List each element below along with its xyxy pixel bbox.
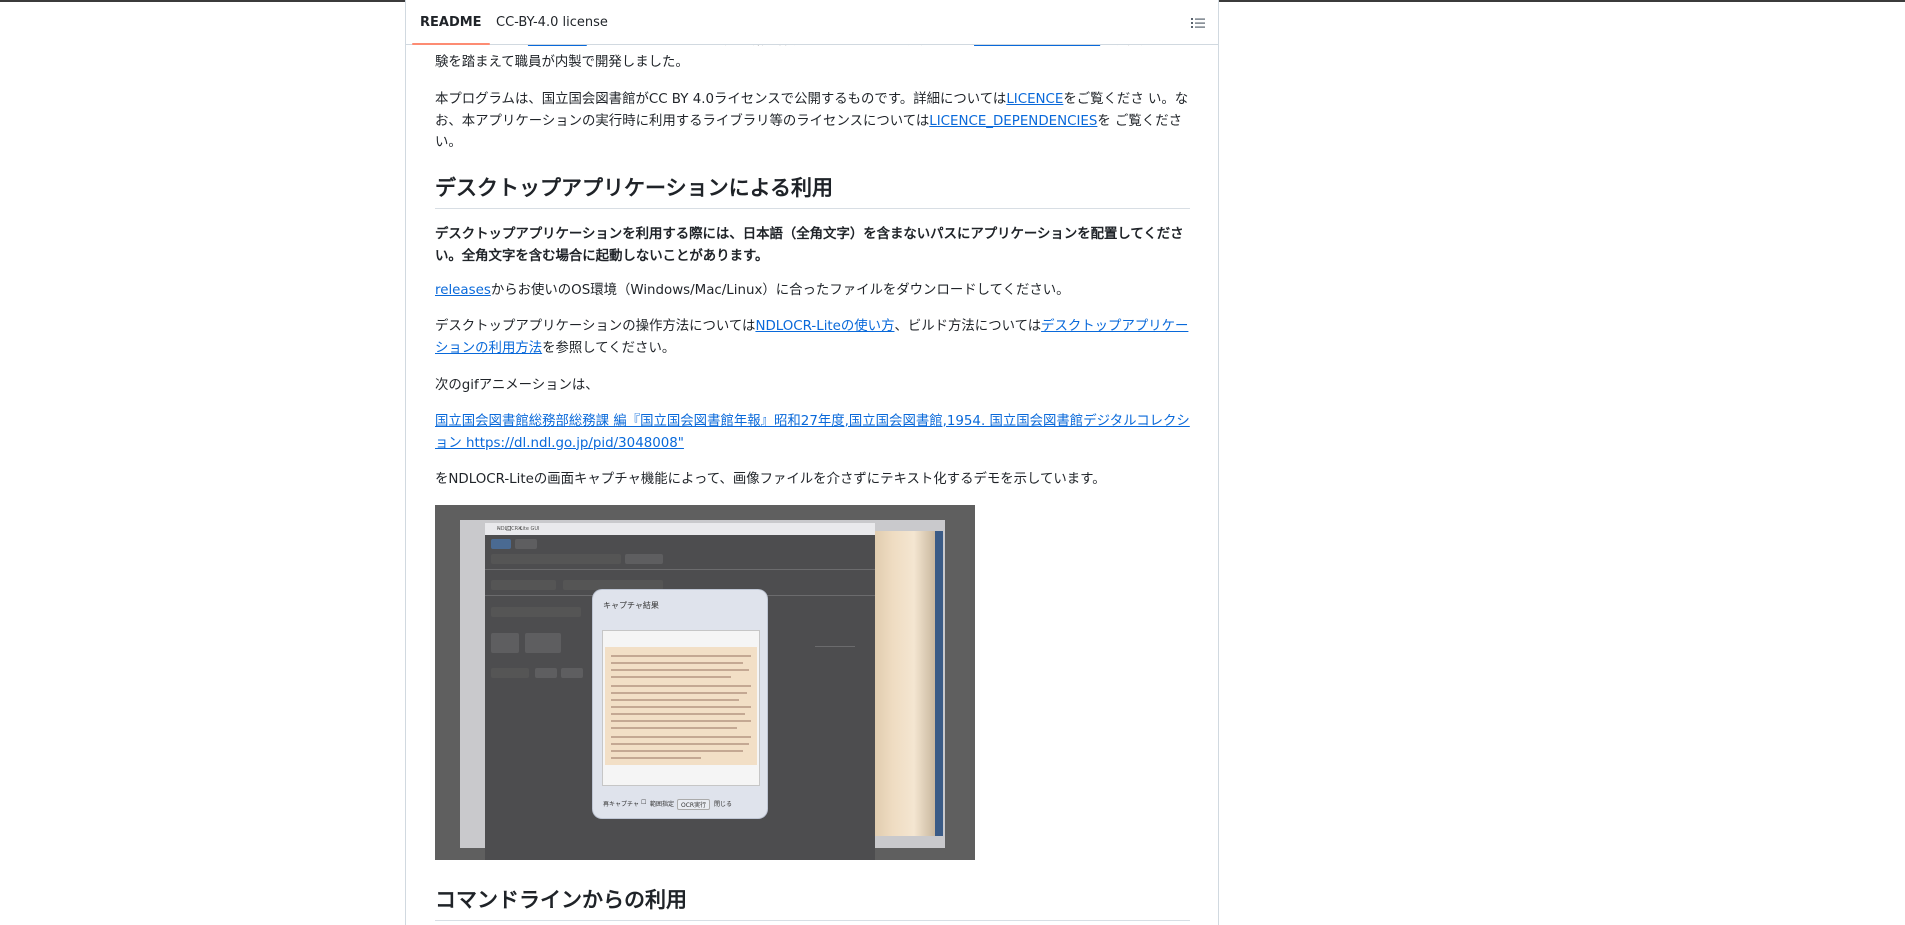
license-paragraph: 本プログラムは、国立国会図書館がCC BY 4.0ライセンスで公開するものです。… [435, 92, 1189, 150]
heading-desktop-usage: デスクトップアプリケーションによる利用 [435, 174, 1190, 209]
gif-recapture-button: 再キャプチャ [603, 801, 639, 808]
gif-close-button: 閉じる [714, 801, 733, 808]
gif-book-image [865, 531, 943, 836]
demo-gif-image: NDLOCR-Lite GUI –□× キャプチャ結果 再キャプチャ ☐ 範囲指… [435, 505, 975, 860]
window-controls-icon: –□× [497, 525, 529, 532]
gif-dim-button [491, 539, 511, 549]
gif-dim-button [535, 668, 557, 678]
gif-checkbox-icon: ☐ [641, 799, 647, 806]
gif-dim-row [491, 554, 621, 564]
licence-link[interactable]: LICENCE [1006, 92, 1063, 107]
gif-range-label: 範囲指定 [650, 801, 675, 808]
gif-capture-preview [602, 630, 760, 786]
gif-dim-button [515, 539, 537, 549]
releases-paragraph: releasesからお使いのOS環境（Windows/Mac/Linux）に合っ… [435, 283, 1070, 298]
howto-paragraph: デスクトップアプリケーションの操作方法についてはNDLOCR-Liteの使い方、… [435, 319, 1189, 356]
gif-dim-row [491, 668, 529, 678]
warning-paragraph: デスクトップアプリケーションを利用する際には、日本語（全角文字）を含まないパスに… [435, 227, 1184, 264]
tab-license[interactable]: CC-BY-4.0 license [496, 2, 608, 44]
heading-cli-usage: コマンドラインからの利用 [435, 886, 1190, 921]
readme-tab-bar: README CC-BY-4.0 license [406, 2, 1218, 45]
gif-dim-row [491, 607, 581, 617]
list-unordered-icon[interactable] [1188, 13, 1208, 33]
gif-dim-button [561, 668, 583, 678]
gif-dim-divider [485, 569, 875, 570]
gif-caption-text: をNDLOCR-Liteの画面キャプチャ機能によって、画像ファイルを介さずにテキ… [435, 472, 1106, 487]
gif-app-titlebar: NDLOCR-Lite GUI –□× [485, 523, 875, 535]
gif-capture-dialog: キャプチャ結果 再キャプチャ ☐ 範囲指定 OCR実行 閉じる [593, 590, 767, 818]
gif-dim-button [525, 633, 561, 653]
gif-dim-row [563, 580, 663, 590]
releases-link[interactable]: releases [435, 283, 491, 298]
gif-dim-button [491, 633, 519, 653]
gif-scanned-text-image [605, 647, 757, 765]
licence-dependencies-link[interactable]: LICENCE_DEPENDENCIES [929, 114, 1097, 129]
readme-panel: README CC-BY-4.0 license ンプログラムはNDL ラボにお… [405, 0, 1219, 925]
ndlocr-lite-usage-link[interactable]: NDLOCR-Liteの使い方 [755, 319, 894, 334]
gif-source-paragraph: 国立国会図書館総務部総務課 編『国立国会図書館年報』昭和27年度,国立国会図書館… [435, 411, 1190, 454]
gif-dim-divider [815, 646, 855, 647]
tab-readme[interactable]: README [412, 2, 490, 45]
gif-dialog-title: キャプチャ結果 [603, 601, 659, 610]
gif-intro-text: 次のgifアニメーションは、 [435, 378, 599, 393]
gif-dim-row [491, 580, 556, 590]
ndl-digital-collection-link[interactable]: 国立国会図書館総務部総務課 編『国立国会図書館年報』昭和27年度,国立国会図書館… [435, 414, 1190, 451]
gif-ocr-button: OCR実行 [677, 799, 711, 810]
gif-dim-button [625, 554, 663, 564]
